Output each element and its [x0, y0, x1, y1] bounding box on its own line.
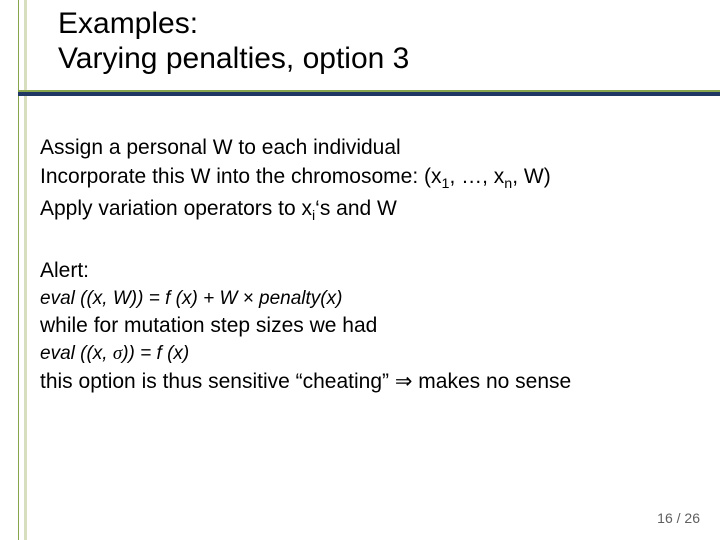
title-underline	[18, 90, 720, 96]
body-line: Assign a personal W to each individual	[40, 134, 696, 163]
title-line-2: Varying penalties, option 3	[58, 41, 409, 76]
body-line: Incorporate this W into the chromosome: …	[40, 163, 696, 195]
slide-body: Assign a personal W to each individual I…	[40, 134, 696, 397]
while-line: while for mutation step sizes we had	[40, 312, 696, 341]
title-area: Examples: Varying penalties, option 3	[18, 0, 704, 90]
equation-1: eval ((x, W)) = f (x) + W × penalty(x)	[40, 286, 696, 312]
underline-navy	[18, 92, 720, 96]
slide-title: Examples: Varying penalties, option 3	[58, 6, 409, 77]
body-line: Apply variation operators to xi‘s and W	[40, 195, 696, 227]
title-line-1: Examples:	[58, 6, 409, 41]
alert-label: Alert:	[40, 257, 696, 286]
slide: Examples: Varying penalties, option 3 As…	[0, 0, 720, 540]
page-number: 16 / 26	[657, 510, 700, 526]
equation-2: eval ((x, σ)) = f (x)	[40, 341, 696, 367]
conclusion-line: this option is thus sensitive “cheating”…	[40, 367, 696, 397]
